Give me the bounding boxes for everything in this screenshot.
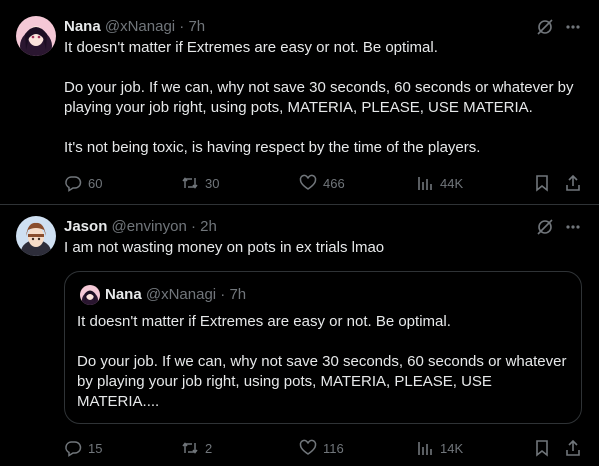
repost-icon [182,442,198,454]
like-button[interactable]: 116 [299,438,344,458]
separator: · [179,18,185,35]
quote-author-handle: @xNanagi [145,286,217,303]
heart-icon [299,174,317,190]
author-handle[interactable]: @envinyon [112,218,187,235]
views-button[interactable]: 14K [416,438,463,458]
reply-count: 15 [88,440,103,456]
bookmark-icon [536,440,548,457]
avatar[interactable] [16,16,56,56]
view-count: 14K [440,440,464,456]
reply-count: 60 [88,175,103,191]
quote-paragraph: It doesn't matter if Extremes are easy o… [77,313,451,330]
quote-author-name: Nana [105,286,142,303]
views-button[interactable]: 44K [416,173,463,193]
tweet-paragraph: It's not being toxic, is having respect … [64,139,481,156]
bookmark-button[interactable] [533,438,551,458]
like-count: 116 [323,440,344,456]
reply-icon [65,441,82,457]
share-button[interactable] [564,173,582,193]
tweet-text: It doesn't matter if Extremes are easy o… [64,38,584,158]
like-count: 466 [323,175,345,191]
quoted-tweet[interactable]: Nana @xNanagi · 7h It doesn't matter if … [64,271,582,424]
reply-button[interactable]: 15 [64,438,102,458]
tweet-paragraph: I am not wasting money on pots in ex tri… [64,239,385,256]
author-name[interactable]: Jason [64,218,107,235]
heart-icon [299,439,317,455]
action-bar: 60 30 466 44K [64,173,584,193]
repost-icon [182,177,198,189]
tweet-nana[interactable]: Nana @xNanagi · 7h It doesn't matter if … [0,0,599,204]
separator: · [190,218,196,235]
repost-button[interactable]: 30 [181,173,219,193]
views-icon [418,442,432,455]
reply-icon [65,176,82,192]
view-count: 44K [440,175,464,191]
tweet-text: I am not wasting money on pots in ex tri… [64,238,584,258]
author-handle[interactable]: @xNanagi [105,18,175,35]
share-button[interactable] [564,438,582,458]
action-bar: 15 2 116 14K [64,438,584,458]
repost-count: 2 [205,440,213,456]
tweet-paragraph: It doesn't matter if Extremes are easy o… [64,39,438,56]
quote-text: It doesn't matter if Extremes are easy o… [77,312,567,412]
tweet-header: Nana @xNanagi · 7h [64,17,205,37]
reply-button[interactable]: 60 [64,173,102,193]
avatar [80,285,100,305]
like-button[interactable]: 466 [299,173,345,193]
share-icon [566,439,580,456]
tweet-jason[interactable]: Jason @envinyon · 2h I am not wasting mo… [0,205,599,466]
avatar[interactable] [16,216,56,256]
quote-timestamp: 7h [229,286,247,303]
tweet-header: Jason @envinyon · 2h [64,217,217,237]
repost-button[interactable]: 2 [181,438,212,458]
timestamp[interactable]: 2h [200,218,217,235]
quote-header: Nana @xNanagi · 7h [105,285,246,305]
quote-paragraph: Do your job. If we can, why not save 30 … [77,353,567,410]
author-name[interactable]: Nana [64,18,101,35]
tweet-paragraph: Do your job. If we can, why not save 30 … [64,79,574,116]
bookmark-icon [536,175,548,192]
bookmark-button[interactable] [533,173,551,193]
separator: · [220,286,226,303]
timestamp[interactable]: 7h [188,18,205,35]
views-icon [418,177,432,190]
repost-count: 30 [205,175,220,191]
share-icon [566,174,580,191]
